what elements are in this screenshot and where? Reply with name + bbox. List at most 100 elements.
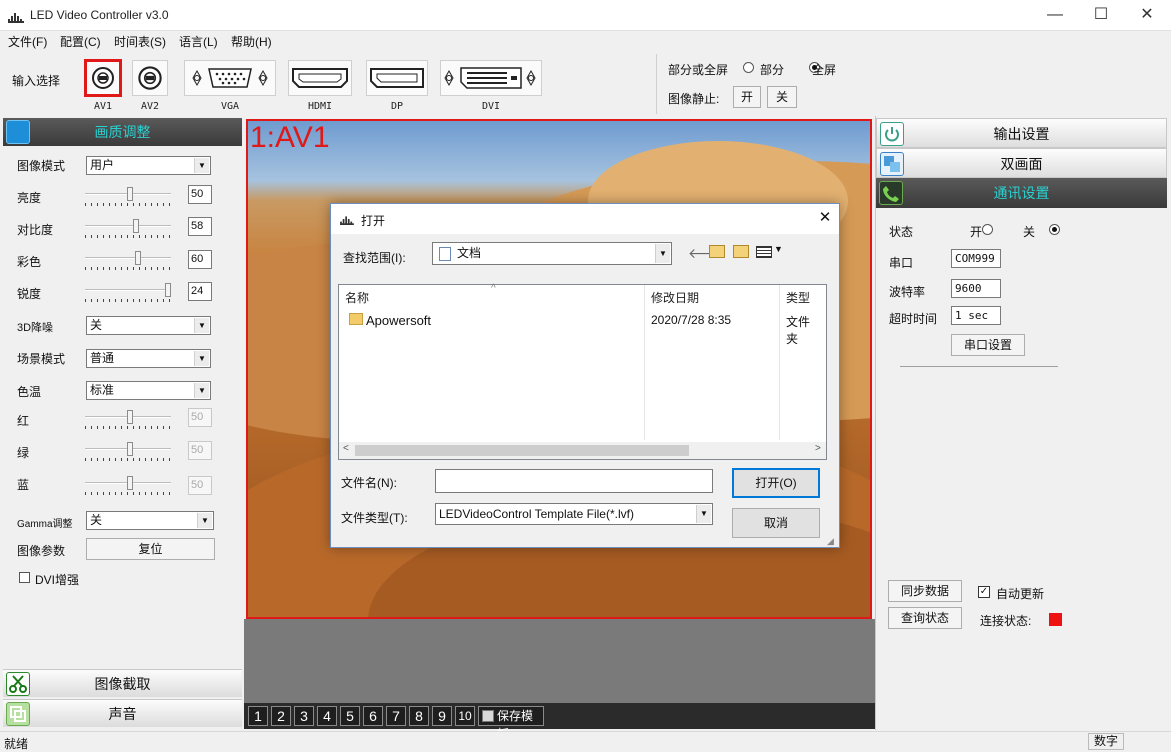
document-icon bbox=[439, 247, 451, 261]
status-bar bbox=[0, 731, 1171, 752]
scene-mode-select[interactable]: 普通 ▼ bbox=[86, 349, 211, 368]
dialog-cancel-button[interactable]: 取消 bbox=[732, 508, 820, 538]
dialog-title: 打开 bbox=[361, 214, 386, 228]
input-dp-button[interactable] bbox=[366, 60, 428, 96]
scrollbar-thumb[interactable] bbox=[355, 445, 689, 456]
panel-header-capture[interactable]: 图像截取 bbox=[3, 669, 242, 697]
close-button[interactable]: ✕ bbox=[1124, 0, 1170, 31]
template-tab-3[interactable]: 3 bbox=[294, 706, 314, 726]
minimize-button[interactable]: — bbox=[1032, 0, 1078, 31]
output-settings-label: 输出设置 bbox=[993, 126, 1050, 142]
menu-help[interactable]: 帮助(H) bbox=[231, 33, 272, 50]
reset-button[interactable]: 复位 bbox=[86, 538, 215, 560]
screen-mode-label: 部分或全屏 bbox=[668, 63, 729, 77]
green-slider[interactable] bbox=[85, 442, 171, 466]
template-tab-2[interactable]: 2 bbox=[271, 706, 291, 726]
menu-config[interactable]: 配置(C) bbox=[60, 33, 101, 50]
horizontal-scrollbar[interactable]: < > bbox=[339, 442, 826, 459]
comm-status-on-label: 开 bbox=[970, 225, 983, 239]
chevron-down-icon: ▼ bbox=[696, 505, 711, 523]
filetype-select[interactable]: LEDVideoControl Template File(*.lvf) ▼ bbox=[435, 503, 713, 525]
template-tab-4[interactable]: 4 bbox=[317, 706, 337, 726]
color-value[interactable]: 60 bbox=[188, 250, 212, 269]
column-header-name[interactable]: 名称 bbox=[345, 289, 369, 306]
contrast-value[interactable]: 58 bbox=[188, 217, 212, 236]
template-tab-7[interactable]: 7 bbox=[386, 706, 406, 726]
nr3d-select[interactable]: 关 ▼ bbox=[86, 316, 211, 335]
template-tab-9[interactable]: 9 bbox=[432, 706, 452, 726]
query-status-button[interactable]: 查询状态 bbox=[888, 607, 962, 629]
blue-slider[interactable] bbox=[85, 476, 171, 500]
menu-language[interactable]: 语言(L) bbox=[179, 33, 218, 50]
dialog-close-button[interactable]: ✕ bbox=[815, 208, 835, 228]
new-folder-icon[interactable] bbox=[733, 245, 749, 258]
panel-header-comm[interactable]: 通讯设置 bbox=[876, 178, 1167, 208]
panel-header-sound[interactable]: 声音 bbox=[3, 699, 242, 727]
template-tab-5[interactable]: 5 bbox=[340, 706, 360, 726]
view-menu-icon[interactable] bbox=[756, 246, 772, 258]
input-av1-button[interactable] bbox=[84, 59, 122, 97]
freeze-off-button[interactable]: 关 bbox=[767, 86, 797, 108]
color-slider[interactable] bbox=[85, 251, 171, 275]
save-template-button[interactable]: 保存模板 bbox=[478, 706, 544, 741]
timeout-field[interactable]: 1 sec bbox=[951, 306, 1001, 325]
file-list-row[interactable]: Apowersoft 2020/7/28 8:35 文件夹 bbox=[341, 309, 821, 346]
baud-field[interactable]: 9600 bbox=[951, 279, 1001, 298]
chevron-down-icon[interactable]: ▼ bbox=[774, 244, 783, 254]
auto-update-checkbox[interactable]: ✓ bbox=[978, 586, 990, 598]
freeze-on-button[interactable]: 开 bbox=[733, 86, 761, 108]
menu-schedule[interactable]: 时间表(S) bbox=[114, 33, 166, 50]
sharpness-value[interactable]: 24 bbox=[188, 282, 212, 301]
vga-connector-icon bbox=[192, 68, 268, 88]
color-temp-select[interactable]: 标准 ▼ bbox=[86, 381, 211, 400]
chevron-down-icon: ▼ bbox=[197, 513, 212, 528]
template-tab-1[interactable]: 1 bbox=[248, 706, 268, 726]
contrast-slider[interactable] bbox=[85, 219, 171, 243]
maximize-button[interactable]: ☐ bbox=[1078, 0, 1124, 31]
toolbar-divider bbox=[656, 54, 657, 114]
scroll-left-icon[interactable]: < bbox=[343, 443, 349, 454]
open-file-dialog: 打开 ✕ 查找范围(I): 文档 ▼ 🡐 ▼ ^ 名称 修改日期 类型 Apow… bbox=[330, 203, 840, 548]
gamma-select[interactable]: 关 ▼ bbox=[86, 511, 214, 530]
comm-status-off-radio[interactable] bbox=[1049, 224, 1061, 235]
brightness-value[interactable]: 50 bbox=[188, 185, 212, 204]
resize-grip-icon[interactable]: ◢ bbox=[827, 536, 834, 547]
partial-radio[interactable] bbox=[743, 62, 754, 73]
sync-data-button[interactable]: 同步数据 bbox=[888, 580, 962, 602]
column-header-type[interactable]: 类型 bbox=[786, 289, 810, 306]
input-hdmi-button[interactable] bbox=[288, 60, 352, 96]
port-field[interactable]: COM999 bbox=[951, 249, 1001, 268]
panel-header-dual-screen[interactable]: 双画面 bbox=[876, 148, 1167, 178]
template-tab-8[interactable]: 8 bbox=[409, 706, 429, 726]
red-value[interactable]: 50 bbox=[188, 408, 212, 427]
panel-header-output[interactable]: 输出设置 bbox=[876, 118, 1167, 148]
red-slider[interactable] bbox=[85, 410, 171, 434]
nr3d-value: 关 bbox=[90, 318, 103, 332]
connection-status-label: 连接状态: bbox=[980, 614, 1032, 628]
template-tab-6[interactable]: 6 bbox=[363, 706, 383, 726]
panel-header-image-quality[interactable]: 画质调整 bbox=[3, 118, 242, 146]
full-radio-label: 全屏 bbox=[812, 63, 837, 77]
menu-file[interactable]: 文件(F) bbox=[8, 33, 47, 50]
up-folder-icon[interactable] bbox=[709, 245, 725, 258]
brightness-slider[interactable] bbox=[85, 187, 171, 211]
dvi-enhance-checkbox[interactable] bbox=[19, 572, 30, 583]
dialog-open-button[interactable]: 打开(O) bbox=[732, 468, 820, 498]
scroll-right-icon[interactable]: > bbox=[815, 443, 821, 454]
file-list[interactable]: ^ 名称 修改日期 类型 Apowersoft 2020/7/28 8:35 文… bbox=[338, 283, 827, 460]
green-value[interactable]: 50 bbox=[188, 441, 212, 460]
file-modified: 2020/7/28 8:35 bbox=[651, 313, 732, 327]
lookin-select[interactable]: 文档 ▼ bbox=[432, 242, 672, 265]
input-av2-button[interactable] bbox=[132, 60, 168, 96]
port-settings-button[interactable]: 串口设置 bbox=[951, 334, 1025, 356]
input-vga-button[interactable] bbox=[184, 60, 276, 96]
input-dvi-button[interactable] bbox=[440, 60, 542, 96]
blue-value[interactable]: 50 bbox=[188, 476, 212, 495]
image-mode-select[interactable]: 用户 ▼ bbox=[86, 156, 211, 175]
lookin-label: 查找范围(I): bbox=[343, 251, 406, 265]
template-tab-10[interactable]: 10 bbox=[455, 706, 475, 726]
sharpness-slider[interactable] bbox=[85, 283, 171, 307]
column-header-modified[interactable]: 修改日期 bbox=[651, 289, 699, 306]
filename-input[interactable] bbox=[435, 469, 713, 493]
comm-status-on-radio[interactable] bbox=[981, 224, 993, 235]
